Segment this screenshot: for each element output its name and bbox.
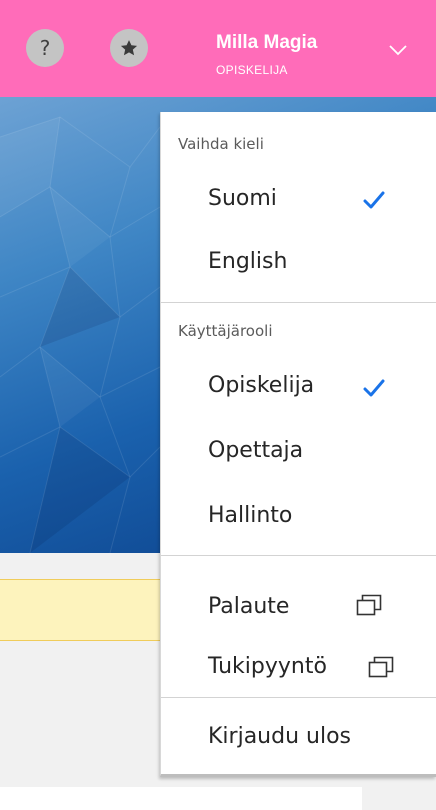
- divider: [161, 302, 436, 303]
- checkmark-icon: [363, 191, 385, 209]
- feedback-link[interactable]: Palaute: [208, 594, 289, 619]
- help-button[interactable]: ?: [26, 29, 64, 67]
- divider: [161, 697, 436, 698]
- language-option-english[interactable]: English: [208, 249, 287, 274]
- question-mark-icon: ?: [39, 36, 51, 60]
- user-name[interactable]: Milla Magia: [216, 32, 317, 54]
- notice-banner: [0, 579, 170, 641]
- divider: [161, 555, 436, 556]
- role-option-opettaja[interactable]: Opettaja: [208, 438, 303, 463]
- user-role: OPISKELIJA: [216, 63, 288, 77]
- chevron-down-icon[interactable]: [388, 44, 408, 56]
- role-section-label: Käyttäjärooli: [178, 322, 273, 340]
- star-icon: [120, 40, 138, 56]
- checkmark-icon: [363, 379, 385, 397]
- external-window-icon: [356, 594, 382, 616]
- user-menu-dropdown: Vaihda kieli Suomi English Käyttäjärooli…: [160, 112, 436, 777]
- external-window-icon: [368, 656, 394, 678]
- language-section-label: Vaihda kieli: [178, 135, 264, 153]
- language-option-suomi[interactable]: Suomi: [208, 186, 277, 211]
- logout-button[interactable]: Kirjaudu ulos: [208, 724, 351, 749]
- content-card: [0, 787, 362, 810]
- role-option-opiskelija[interactable]: Opiskelija: [208, 373, 314, 398]
- role-option-hallinto[interactable]: Hallinto: [208, 503, 292, 528]
- support-request-link[interactable]: Tukipyyntö: [208, 654, 327, 679]
- favorites-button[interactable]: [110, 29, 148, 67]
- top-bar: ? Milla Magia OPISKELIJA: [0, 0, 436, 97]
